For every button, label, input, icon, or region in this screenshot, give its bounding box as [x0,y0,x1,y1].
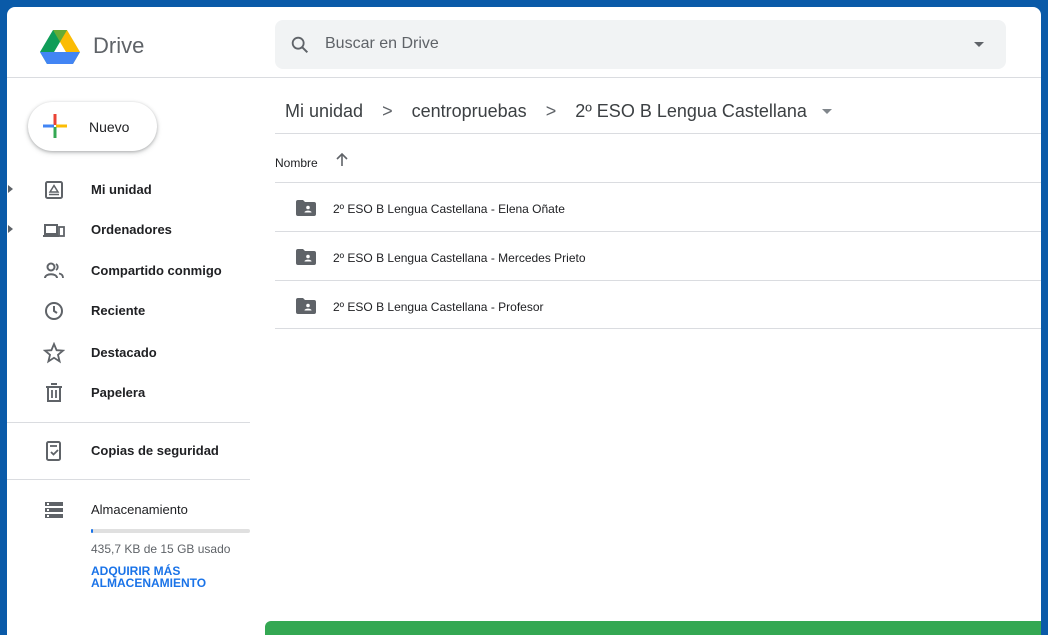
clock-icon [45,302,63,320]
divider [275,328,1041,329]
file-name: 2º ESO B Lengua Castellana - Elena Oñate [333,202,565,216]
star-icon [43,342,65,364]
drive-window: Drive Buscar en Drive Nuevo Mi unidad Or… [7,7,1041,635]
shared-icon [44,262,64,279]
main-content: Mi unidad > centropruebas > 2º ESO B Len… [275,78,1041,635]
breadcrumb-item[interactable]: centropruebas [412,101,527,122]
sidebar-divider [7,422,250,423]
breadcrumb-item[interactable]: Mi unidad [285,101,363,122]
file-row[interactable]: 2º ESO B Lengua Castellana - Profesor [275,281,1041,329]
sidebar-item-label: Reciente [91,303,146,318]
sidebar-item-storage[interactable]: Almacenamiento [7,490,262,530]
file-name: 2º ESO B Lengua Castellana - Mercedes Pr… [333,251,586,265]
sidebar-item-starred[interactable]: Destacado [7,333,262,373]
folder-menu-caret-icon[interactable] [821,108,832,114]
file-name: 2º ESO B Lengua Castellana - Profesor [333,300,544,314]
plus-icon [43,114,67,138]
file-row[interactable]: 2º ESO B Lengua Castellana - Elena Oñate [275,183,1041,231]
storage-icon [45,502,63,518]
my-drive-icon [45,181,63,199]
sidebar-item-label: Papelera [91,385,146,400]
sidebar-item-label: Destacado [91,345,157,360]
sidebar-item-trash[interactable]: Papelera [7,373,262,413]
storage-used-text: 435,7 KB de 15 GB usado [91,542,231,556]
breadcrumb-separator-icon: > [545,100,557,121]
shared-folder-icon [296,298,316,314]
column-header-name[interactable]: Nombre [275,156,318,170]
sidebar-item-shared[interactable]: Compartido conmigo [7,251,262,291]
app-name[interactable]: Drive [93,33,144,59]
breadcrumb: Mi unidad > centropruebas > 2º ESO B Len… [285,100,832,122]
sidebar-item-computers[interactable]: Ordenadores [7,210,262,250]
storage-usage-fill [91,529,93,533]
search-icon[interactable] [289,34,311,56]
search-input[interactable]: Buscar en Drive [325,35,439,53]
sidebar-item-label: Almacenamiento [91,502,188,517]
sidebar-item-label: Ordenadores [91,222,172,237]
top-bar: Drive Buscar en Drive [7,7,1041,78]
expand-arrow-icon[interactable] [8,225,13,233]
sidebar-item-label: Compartido conmigo [91,263,222,278]
sidebar-item-label: Mi unidad [91,182,152,197]
search-options-caret-icon[interactable] [974,42,984,47]
new-button[interactable]: Nuevo [28,102,157,151]
shared-folder-icon [296,249,316,265]
sidebar-divider [7,479,250,480]
breadcrumb-separator-icon: > [382,100,393,121]
storage-usage-bar [91,529,250,533]
file-row[interactable]: 2º ESO B Lengua Castellana - Mercedes Pr… [275,232,1041,280]
trash-icon [46,383,62,402]
new-button-label: Nuevo [89,119,130,135]
sort-ascending-icon[interactable] [333,150,351,168]
sidebar: Nuevo Mi unidad Ordenadores Compartido c… [7,78,262,635]
sidebar-item-label: Copias de seguridad [91,443,219,458]
sidebar-item-recent[interactable]: Reciente [7,291,262,331]
backup-icon [46,441,61,461]
shared-folder-icon [296,200,316,216]
notification-bar[interactable] [265,621,1041,635]
computers-icon [43,224,65,237]
divider [275,133,1041,134]
expand-arrow-icon[interactable] [8,185,13,193]
buy-storage-link[interactable]: ADQUIRIR MÁS ALMACENAMIENTO [91,565,231,589]
breadcrumb-current[interactable]: 2º ESO B Lengua Castellana [575,101,807,122]
sidebar-item-my-drive[interactable]: Mi unidad [7,170,262,210]
search-box[interactable]: Buscar en Drive [275,20,1006,69]
sidebar-item-backups[interactable]: Copias de seguridad [7,431,262,471]
drive-logo-icon[interactable] [40,29,80,65]
